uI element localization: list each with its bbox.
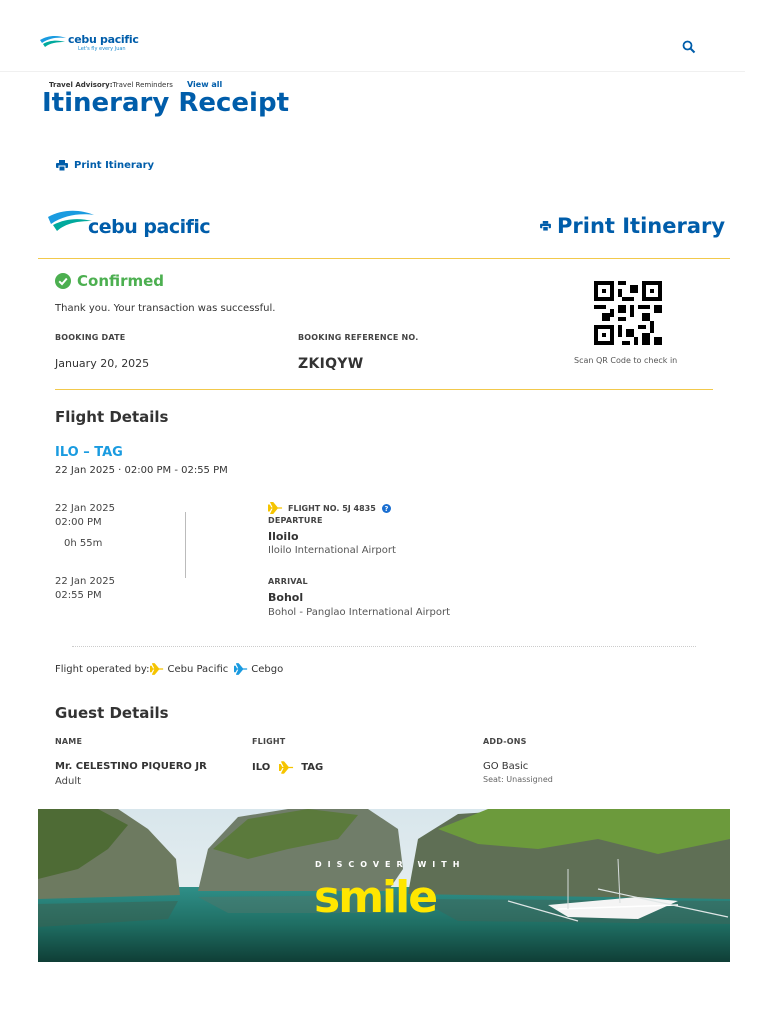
arrival-datetime: 22 Jan 2025 02:55 PM (55, 575, 115, 603)
departure-date: 22 Jan 2025 (55, 503, 115, 514)
advisory-label: Travel Advisory: (49, 81, 113, 89)
divider (38, 258, 730, 259)
guest-details-title: Guest Details (55, 704, 169, 722)
departure-label: DEPARTURE (268, 516, 323, 525)
arrival-airport: Bohol - Panglao International Airport (268, 607, 451, 618)
page-title: Itinerary Receipt (42, 88, 289, 118)
print-itinerary-label: Print Itinerary (74, 160, 155, 171)
top-navigation-bar: cebu pacific Let's fly every Juan (0, 0, 745, 72)
divider (55, 389, 713, 390)
view-all-link[interactable]: View all (187, 80, 222, 89)
qr-caption: Scan QR Code to check in (574, 356, 678, 365)
guest-flight: ILO TAG (252, 761, 323, 774)
departure-datetime: 22 Jan 2025 02:00 PM (55, 502, 115, 530)
travel-advisory: Travel Advisory: Travel Reminders View a… (49, 80, 222, 89)
plane-icon (279, 761, 294, 774)
operated-label: Flight operated by: (55, 663, 150, 675)
booking-date: January 20, 2025 (55, 357, 150, 370)
logo-tagline: Let's fly every Juan (78, 46, 126, 52)
arrival-label: ARRIVAL (268, 577, 308, 586)
search-icon[interactable] (682, 40, 696, 54)
flight-number: FLIGHT NO. 5J 4835 ? (268, 502, 391, 514)
print-itinerary-label: Print Itinerary (557, 214, 726, 238)
arrival-city: Bohol (268, 591, 304, 604)
cebu-pacific-logo-large: cebu pacific (48, 208, 211, 238)
guest-flight-to: TAG (301, 762, 324, 773)
plane-icon (268, 502, 283, 514)
guest-type: Adult (55, 776, 82, 787)
flight-duration: 0h 55m (64, 538, 103, 549)
print-itinerary-link[interactable]: Print Itinerary (56, 160, 154, 171)
flight-summary: 22 Jan 2025 · 02:00 PM - 02:55 PM (55, 465, 228, 476)
guest-name: Mr. CELESTINO PIQUERO JR (55, 761, 207, 772)
arrival-time: 02:55 PM (55, 590, 102, 601)
status-confirmed: Confirmed (55, 272, 164, 290)
banner-smile-logo: smile (314, 872, 438, 923)
promo-banner[interactable]: DISCOVER WITH smile (38, 809, 730, 962)
printer-icon (56, 160, 68, 171)
flight-operated-by: Flight operated by: Cebu Pacific Cebgo (55, 663, 283, 675)
guest-addon: GO Basic (483, 761, 529, 772)
flight-details-title: Flight Details (55, 408, 169, 426)
guest-addons-header: ADD-ONS (483, 737, 527, 746)
print-itinerary-button[interactable]: Print Itinerary (540, 214, 725, 238)
banner-discover-text: DISCOVER WITH (315, 860, 466, 869)
svg-text:?: ? (384, 505, 388, 513)
status-message: Thank you. Your transaction was successf… (55, 303, 276, 314)
operator-cebgo: Cebgo (251, 663, 284, 675)
arrival-date: 22 Jan 2025 (55, 576, 115, 587)
departure-time: 02:00 PM (55, 517, 102, 528)
qr-code-icon (594, 281, 662, 345)
plane-icon (150, 663, 164, 675)
guest-flight-from: ILO (252, 762, 271, 773)
logo-text: cebu pacific (88, 216, 211, 238)
booking-reference-label: BOOKING REFERENCE NO. (298, 333, 419, 342)
departure-airport: Iloilo International Airport (268, 545, 396, 556)
cebu-pacific-logo[interactable]: cebu pacific Let's fly every Juan (40, 34, 139, 53)
advisory-text[interactable]: Travel Reminders (113, 81, 173, 89)
flight-route: ILO – TAG (55, 445, 123, 460)
status-label: Confirmed (77, 272, 165, 290)
booking-date-label: BOOKING DATE (55, 333, 126, 342)
plane-icon (234, 663, 248, 675)
booking-reference: ZKIQYW (298, 356, 364, 372)
logo-swoosh-icon (40, 35, 66, 47)
guest-seat: Seat: Unassigned (483, 775, 553, 784)
check-circle-icon (55, 273, 71, 289)
guest-flight-header: FLIGHT (252, 737, 286, 746)
logo-text: cebu pacific (68, 33, 139, 46)
guest-name-header: NAME (55, 737, 83, 746)
dotted-divider (72, 646, 696, 647)
departure-city: Iloilo (268, 530, 299, 543)
timeline-line (185, 512, 186, 578)
flight-number-label: FLIGHT NO. 5J 4835 (288, 503, 376, 513)
operator-cebu-pacific: Cebu Pacific (167, 663, 229, 675)
printer-icon (540, 221, 551, 231)
question-icon[interactable]: ? (381, 503, 391, 513)
